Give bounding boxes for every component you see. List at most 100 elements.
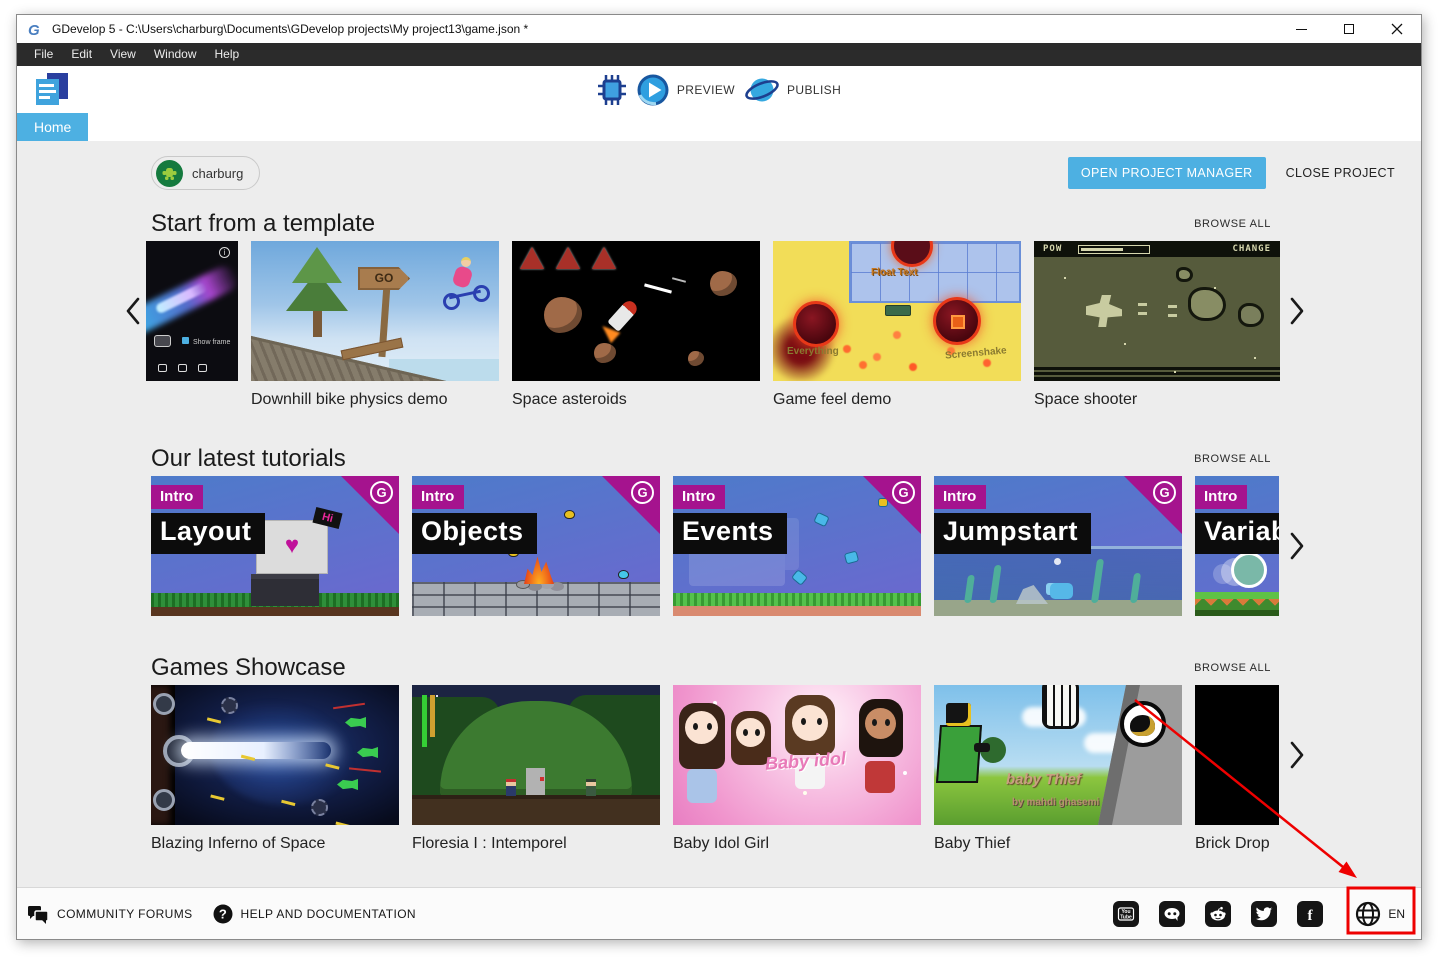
discord-link[interactable] [1159, 901, 1185, 927]
tutorials-next-arrow[interactable] [1289, 532, 1305, 560]
close-button[interactable] [1373, 15, 1421, 43]
youtube-mini-icon [158, 364, 167, 372]
globe-icon [1355, 901, 1381, 927]
intro-badge: Intro [412, 485, 464, 509]
tutorial-card-jumpstart[interactable]: G Intro Jumpstart [934, 476, 1182, 616]
template-card-space-shooter[interactable]: POW CHANGE [1034, 241, 1280, 381]
asteroid [1238, 303, 1264, 327]
menu-file[interactable]: File [25, 43, 62, 66]
toolbar: PREVIEW PUBLISH [17, 66, 1421, 113]
tutorial-card-layout[interactable]: ♥ Hi G Intro Layout [151, 476, 399, 616]
help-documentation-link[interactable]: ? HELP AND DOCUMENTATION [213, 904, 417, 924]
template-card-downhill-bike[interactable]: GO [251, 241, 499, 381]
gdevelop-logo-icon: G [892, 481, 915, 504]
publish-button[interactable]: PUBLISH [744, 73, 841, 107]
intro-badge: Intro [1195, 485, 1247, 509]
footer: COMMUNITY FORUMS ? HELP AND DOCUMENTATIO… [17, 887, 1421, 939]
discord-icon [1163, 905, 1181, 923]
bullets [1138, 303, 1147, 306]
gdevelop-logo-icon: G [370, 481, 393, 504]
intro-badge: Intro [934, 485, 986, 509]
showcase-card-brick-drop[interactable] [1195, 685, 1279, 825]
user-chip[interactable]: charburg [151, 156, 260, 190]
templates-next-arrow[interactable] [1289, 297, 1305, 325]
showcase-next-arrow[interactable] [1289, 741, 1305, 769]
publish-planet-icon [744, 73, 780, 107]
campfire [524, 552, 554, 584]
tutorial-card-objects[interactable]: G Intro Objects [412, 476, 660, 616]
showcase-card-baby-idol-girl[interactable]: Baby idol [673, 685, 921, 825]
youtube-link[interactable]: You Tube [1113, 901, 1139, 927]
welcome-row: charburg OPEN PROJECT MANAGER CLOSE PROJ… [151, 156, 1395, 190]
minimize-button[interactable] [1277, 15, 1325, 43]
open-project-manager-button[interactable]: OPEN PROJECT MANAGER [1068, 157, 1266, 189]
everything-label: Everything [787, 346, 839, 357]
chibi-girl-body [865, 761, 895, 793]
bee-sprite [564, 510, 575, 519]
tutorials-title: Our latest tutorials [151, 445, 346, 473]
asteroid [710, 271, 737, 296]
chibi-girl-face [865, 708, 896, 739]
ground-base [1195, 610, 1279, 616]
showcase-card-blazing-inferno[interactable] [151, 685, 399, 825]
showcase-card-baby-thief[interactable]: baby Thief by mahdi ghasemi [934, 685, 1182, 825]
asteroid [1188, 287, 1226, 321]
showcase-browse-all[interactable]: BROWSE ALL [1194, 662, 1271, 674]
reddit-link[interactable] [1205, 901, 1231, 927]
menu-help[interactable]: Help [206, 43, 249, 66]
svg-text:?: ? [218, 906, 226, 921]
dirt-strip [673, 606, 921, 616]
menu-window[interactable]: Window [145, 43, 206, 66]
chibi-girl-face [736, 718, 765, 747]
help-documentation-label: HELP AND DOCUMENTATION [241, 907, 417, 921]
template-card-particle-effects-demo[interactable]: i Show frame [146, 241, 238, 381]
enemy-ship [592, 247, 616, 269]
svg-text:G: G [28, 22, 40, 38]
menu-view[interactable]: View [101, 43, 145, 66]
community-forums-label: COMMUNITY FORUMS [57, 907, 193, 921]
preview-button[interactable]: PREVIEW [636, 73, 735, 107]
tab-home[interactable]: Home [17, 113, 88, 141]
wooden-ramp [341, 338, 404, 361]
showcase-label: Floresia I : Intemporel [412, 835, 660, 853]
baby-thief-title-text: baby Thief [1006, 771, 1081, 788]
box-mini-icon [198, 364, 207, 372]
intro-badge: Intro [673, 485, 725, 509]
template-card-game-feel-demo[interactable]: Float Text Everything Screenshake [773, 241, 1021, 381]
spike-strip [1195, 599, 1279, 610]
template-card-space-asteroids[interactable] [512, 241, 760, 381]
showcase-card-floresia[interactable] [412, 685, 660, 825]
thief-arm [974, 743, 990, 752]
cat-logo [1130, 715, 1155, 736]
tutorial-card-events[interactable]: G Intro Events [673, 476, 921, 616]
checkbox-icon [182, 337, 189, 344]
grass-strip [673, 593, 921, 606]
help-icon: ? [213, 904, 233, 924]
turret [153, 789, 175, 811]
thief-head [946, 703, 971, 726]
language-selector[interactable]: EN [1355, 901, 1405, 927]
close-project-button[interactable]: CLOSE PROJECT [1286, 166, 1395, 180]
screenshake-label: Screenshake [945, 345, 1007, 361]
falling-sprite [813, 512, 829, 527]
asteroid [688, 351, 704, 366]
twitter-link[interactable] [1251, 901, 1277, 927]
templates-prev-arrow[interactable] [125, 297, 141, 325]
maximize-button[interactable] [1325, 15, 1373, 43]
star-specks [1064, 277, 1066, 279]
red-orb-left [793, 301, 839, 347]
twitter-icon [1255, 905, 1273, 923]
player-sprite [885, 305, 911, 316]
templates-browse-all[interactable]: BROWSE ALL [1194, 218, 1271, 230]
tutorials-browse-all[interactable]: BROWSE ALL [1194, 453, 1271, 465]
facebook-link[interactable]: f [1297, 901, 1323, 927]
community-forums-link[interactable]: COMMUNITY FORUMS [27, 904, 193, 924]
tutorial-card-variables[interactable]: +1 Intro Variables [1195, 476, 1279, 616]
debugger-button[interactable] [597, 74, 627, 106]
tutorial-title: Objects [412, 513, 537, 554]
menu-edit[interactable]: Edit [62, 43, 101, 66]
particle-dots [843, 345, 851, 353]
facebook-icon: f [1301, 905, 1319, 923]
project-manager-button[interactable] [33, 72, 71, 108]
showcase-label: Blazing Inferno of Space [151, 835, 399, 853]
